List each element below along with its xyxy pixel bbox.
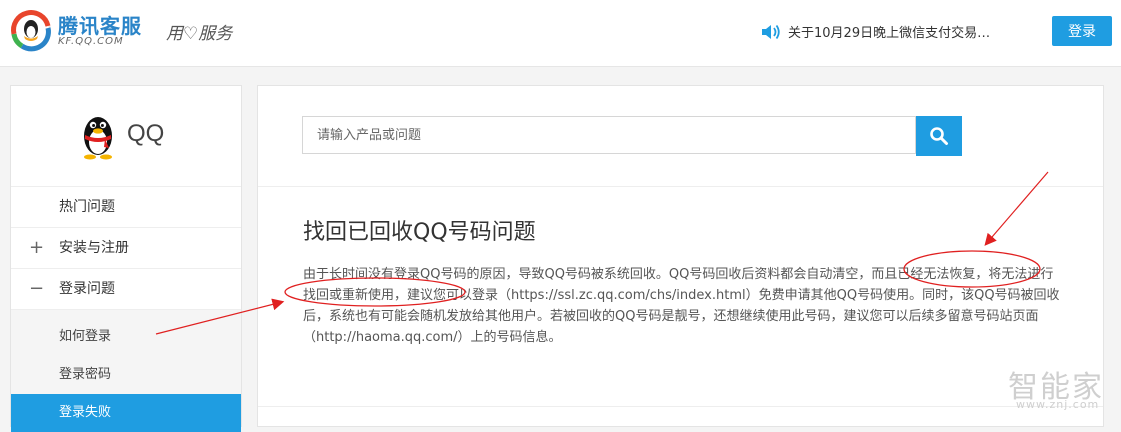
- divider: [258, 186, 1103, 187]
- speaker-icon: [762, 24, 780, 40]
- sidebar-item-label: 安装与注册: [59, 240, 129, 256]
- submenu-login-issues: 如何登录 登录密码 登录失败: [11, 310, 241, 432]
- search-button[interactable]: [916, 116, 962, 156]
- search-bar: [302, 116, 962, 156]
- product-name: QQ: [127, 120, 165, 147]
- product-header: QQ: [11, 86, 241, 187]
- brand-title: 腾讯客服: [58, 14, 142, 38]
- slogan: 用♡服务: [166, 24, 233, 44]
- top-header: 腾讯客服 KF.QQ.COM 用♡服务 关于10月29日晚上微信支付交易… 登录: [0, 0, 1121, 67]
- sidebar-item-hot-questions[interactable]: 热门问题: [11, 187, 241, 228]
- watermark-url: www.znj.com: [1016, 398, 1100, 411]
- sidebar: QQ 热门问题 + 安装与注册 − 登录问题 如何登录 登录密码 登录失败: [10, 85, 242, 432]
- sidebar-item-login-issues[interactable]: − 登录问题: [11, 269, 241, 310]
- sidebar-item-label: 热门问题: [59, 199, 115, 215]
- tencent-service-logo-icon[interactable]: [8, 6, 54, 52]
- submenu-item-how-to-login[interactable]: 如何登录: [11, 318, 241, 356]
- qq-penguin-icon: [84, 117, 112, 160]
- sidebar-item-install-register[interactable]: + 安装与注册: [11, 228, 241, 269]
- article-body: 由于长时间没有登录QQ号码的原因，导致QQ号码被系统回收。QQ号码回收后资料都会…: [303, 267, 1060, 345]
- search-icon: [930, 127, 948, 145]
- submenu-item-login-failure[interactable]: 登录失败: [11, 394, 241, 432]
- sidebar-item-label: 登录问题: [59, 281, 115, 297]
- article-title: 找回已回收QQ号码问题: [303, 220, 536, 245]
- brand-subtitle: KF.QQ.COM: [58, 36, 124, 47]
- main-panel: 找回已回收QQ号码问题 由于长时间没有登录QQ号码的原因，导致QQ号码被系统回收…: [257, 85, 1104, 427]
- divider: [258, 406, 1103, 407]
- collapse-minus-icon[interactable]: −: [29, 269, 44, 309]
- notice-link[interactable]: 关于10月29日晚上微信支付交易…: [788, 22, 1028, 41]
- login-button[interactable]: 登录: [1052, 16, 1112, 46]
- search-input[interactable]: [302, 116, 916, 154]
- expand-plus-icon[interactable]: +: [29, 228, 44, 268]
- submenu-item-login-password[interactable]: 登录密码: [11, 356, 241, 394]
